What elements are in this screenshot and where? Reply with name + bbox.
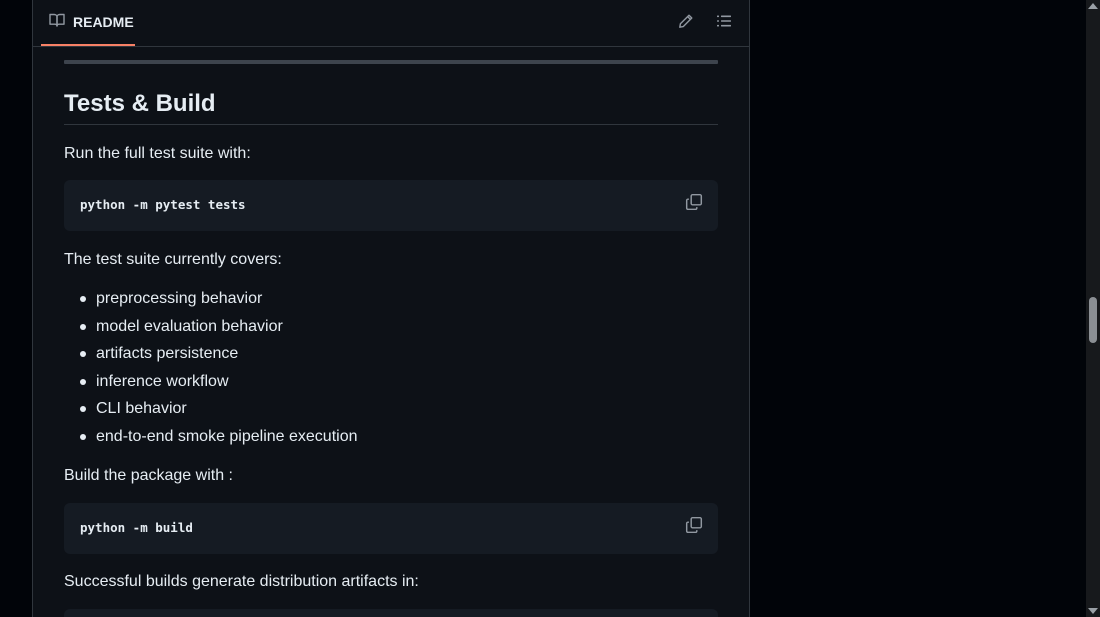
list-item: end-to-end smoke pipeline execution	[64, 425, 358, 453]
code-block-artifacts	[64, 609, 718, 617]
list-icon	[716, 13, 732, 34]
readme-header: README	[33, 0, 749, 47]
coverage-list: preprocessing behavior model evaluation …	[64, 287, 358, 453]
page-scrollbar[interactable]	[1086, 0, 1100, 617]
scroll-down-arrow[interactable]	[1088, 608, 1098, 614]
outline-toc-button[interactable]	[715, 14, 733, 32]
build-intro-text: Build the package with :	[64, 467, 233, 484]
list-item: preprocessing behavior	[64, 287, 358, 315]
scroll-up-arrow[interactable]	[1088, 3, 1098, 9]
covers-intro-text: The test suite currently covers:	[64, 251, 282, 268]
list-item: CLI behavior	[64, 397, 358, 425]
test-command[interactable]: python -m pytest tests	[80, 196, 246, 214]
copy-button[interactable]	[685, 193, 703, 211]
scroll-thumb[interactable]	[1089, 297, 1097, 343]
build-command[interactable]: python -m build	[80, 519, 193, 537]
section-title: Tests & Build	[64, 86, 718, 125]
list-item: artifacts persistence	[64, 342, 358, 370]
code-block-build: python -m build	[64, 503, 718, 554]
copy-icon	[685, 193, 703, 215]
horizontal-rule	[64, 60, 718, 64]
pencil-icon	[678, 13, 694, 34]
readme-panel: README Tests & Build Run the full test s…	[32, 0, 750, 617]
list-item: model evaluation behavior	[64, 315, 358, 343]
edit-file-button[interactable]	[677, 14, 695, 32]
test-intro-text: Run the full test suite with:	[64, 145, 251, 162]
copy-icon	[685, 516, 703, 538]
artifacts-intro-text: Successful builds generate distribution …	[64, 573, 419, 590]
book-icon	[49, 12, 65, 33]
tab-readme[interactable]: README	[41, 0, 135, 46]
copy-button[interactable]	[685, 516, 703, 534]
code-block-test: python -m pytest tests	[64, 180, 718, 231]
tab-readme-label: README	[73, 14, 134, 30]
list-item: inference workflow	[64, 370, 358, 398]
